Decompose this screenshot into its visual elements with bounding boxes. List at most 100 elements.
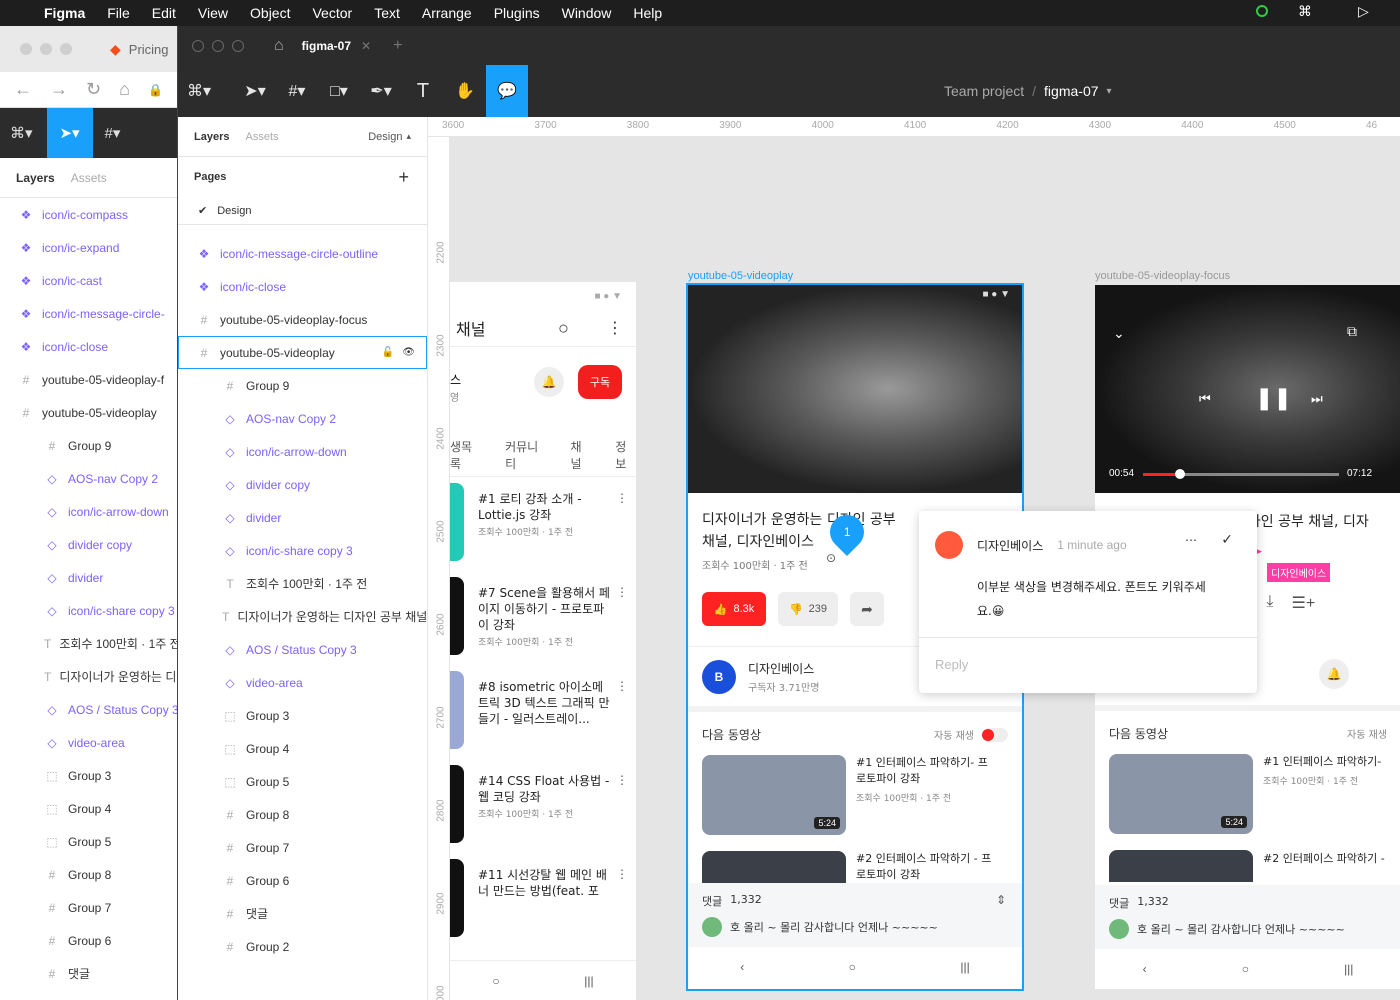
recent-nav-icon[interactable]: ||| bbox=[1344, 962, 1353, 976]
reply-input[interactable]: Reply bbox=[935, 657, 968, 672]
like-button[interactable]: 👍 8.3k bbox=[702, 592, 766, 626]
layer-row[interactable]: ⬚ Group 3 bbox=[178, 699, 427, 732]
layer-row[interactable]: # Group 9 bbox=[0, 429, 180, 462]
home-icon[interactable]: ⌂ bbox=[274, 37, 284, 55]
menu-arrange[interactable]: Arrange bbox=[422, 5, 472, 21]
expand-icon[interactable]: ⇕ bbox=[996, 893, 1006, 907]
cast-icon[interactable]: ⧉ bbox=[1347, 323, 1357, 340]
shape-tool-button[interactable]: □▾ bbox=[318, 65, 360, 117]
more-icon[interactable]: ⋮ bbox=[607, 318, 623, 338]
layer-row[interactable]: ❖ icon/ic-expand bbox=[0, 231, 180, 264]
layer-row[interactable]: ❖ icon/ic-message-circle- bbox=[0, 297, 180, 330]
layer-row[interactable]: ◇ divider bbox=[178, 501, 427, 534]
home-nav-icon[interactable]: ○ bbox=[1242, 962, 1249, 976]
video-list-item[interactable]: #1 로티 강좌 소개 - Lottie.js 강좌 조회수 100만회 · 1주… bbox=[450, 483, 636, 577]
previous-icon[interactable]: ⏮ bbox=[1199, 391, 1211, 407]
layer-row[interactable]: # Group 7 bbox=[178, 831, 427, 864]
back-icon[interactable]: ← bbox=[14, 79, 32, 100]
menu-help[interactable]: Help bbox=[633, 5, 662, 21]
video-thumbnail[interactable]: 5:24 bbox=[702, 755, 846, 835]
video-thumbnail[interactable] bbox=[450, 859, 464, 937]
layer-row[interactable]: ◇ divider bbox=[0, 561, 180, 594]
next-video-item[interactable]: #2 인터페이스 파악하기 - 프로토파이 강좌 bbox=[702, 851, 1008, 883]
layer-row[interactable]: ◇ icon/ic-share copy 3 bbox=[0, 594, 180, 627]
share-button[interactable]: ➦ bbox=[850, 592, 884, 626]
layer-row[interactable]: ❖ icon/ic-message-circle-outline bbox=[178, 237, 427, 270]
dislike-button[interactable]: 👎 239 bbox=[778, 592, 838, 626]
play-icon[interactable]: ▷ bbox=[1358, 3, 1369, 20]
new-tab-icon[interactable]: + bbox=[393, 37, 402, 55]
layer-row[interactable]: # Group 8 bbox=[0, 858, 180, 891]
search-icon[interactable]: ○ bbox=[558, 318, 569, 339]
bell-icon[interactable]: 🔔 bbox=[534, 367, 564, 397]
chevron-down-icon[interactable]: ⌄ bbox=[1113, 325, 1125, 342]
reload-icon[interactable]: ↻ bbox=[86, 79, 101, 100]
subscribe-button[interactable]: 구독 bbox=[578, 365, 622, 399]
autoplay-toggle[interactable] bbox=[982, 727, 1008, 742]
download-icon[interactable]: ⤓ bbox=[1266, 593, 1273, 613]
frame-label-focus[interactable]: youtube-05-videoplay-focus bbox=[1095, 270, 1230, 282]
window-zoom-dot[interactable] bbox=[232, 39, 244, 52]
layer-row[interactable]: ◇ AOS / Status Copy 3 bbox=[178, 633, 427, 666]
close-tab-icon[interactable]: ✕ bbox=[361, 39, 371, 53]
plugin-icon[interactable]: ⌘ bbox=[1298, 3, 1312, 20]
next-video-item[interactable]: 5:24 #1 인터페이스 파악하기- 프로토파이 강좌 조회수 100만회 ·… bbox=[1109, 754, 1387, 834]
layer-row[interactable]: ◇ icon/ic-share copy 3 bbox=[178, 534, 427, 567]
back-nav-icon[interactable]: ‹ bbox=[1143, 962, 1147, 976]
layer-row[interactable]: ◇ video-area bbox=[178, 666, 427, 699]
layer-row[interactable]: # Group 2 bbox=[178, 930, 427, 963]
forward-icon[interactable]: → bbox=[50, 79, 68, 100]
layer-row[interactable]: T 디자이너가 운영하는 디자 bbox=[0, 660, 180, 693]
layer-row[interactable]: ◇ icon/ic-arrow-down bbox=[0, 495, 180, 528]
more-icon[interactable]: ⋮ bbox=[616, 491, 628, 505]
layer-row[interactable]: T 조회수 100만회 · 1주 전 bbox=[0, 627, 180, 660]
tab-community[interactable]: 커뮤니티 bbox=[505, 438, 546, 472]
add-page-icon[interactable]: + bbox=[398, 167, 409, 188]
channel-name[interactable]: 디자인베이스 bbox=[748, 660, 819, 677]
layer-row[interactable]: # Group 6 bbox=[0, 924, 180, 957]
menu-file[interactable]: File bbox=[107, 5, 130, 21]
layer-row[interactable]: ◇ video-area bbox=[0, 726, 180, 759]
seek-handle[interactable] bbox=[1175, 469, 1185, 479]
frame-tool-icon[interactable]: #▾ bbox=[105, 124, 121, 142]
page-dropdown[interactable]: Design ▴ bbox=[368, 131, 411, 143]
layer-row[interactable]: ⬚ Group 4 bbox=[178, 732, 427, 765]
move-tool-button[interactable]: ➤▾ bbox=[234, 65, 276, 117]
frame-tool-button[interactable]: #▾ bbox=[276, 65, 318, 117]
layer-row[interactable]: # Group 9 bbox=[178, 369, 427, 402]
window-min-dot[interactable] bbox=[212, 39, 224, 52]
add-to-playlist-icon[interactable]: ☰+ bbox=[1291, 593, 1315, 613]
next-icon[interactable]: ⏭ bbox=[1311, 391, 1323, 407]
layer-row[interactable]: ◇ divider copy bbox=[0, 528, 180, 561]
layer-row[interactable]: ◇ AOS-nav Copy 2 bbox=[178, 402, 427, 435]
more-icon[interactable]: ⋮ bbox=[616, 773, 628, 787]
menu-edit[interactable]: Edit bbox=[152, 5, 176, 21]
layer-row[interactable]: # 댓글 bbox=[178, 897, 427, 930]
home-nav-icon[interactable]: ○ bbox=[492, 974, 499, 988]
video-thumbnail[interactable] bbox=[450, 577, 464, 655]
back-nav-icon[interactable]: ‹ bbox=[740, 960, 744, 974]
seek-bar[interactable] bbox=[1143, 469, 1339, 479]
assets-tab[interactable]: Assets bbox=[245, 131, 278, 143]
video-thumbnail[interactable] bbox=[450, 483, 464, 561]
layer-row[interactable]: ❖ icon/ic-close bbox=[178, 270, 427, 303]
video-thumbnail[interactable] bbox=[702, 851, 846, 883]
layer-row[interactable]: # Group 6 bbox=[178, 864, 427, 897]
video-thumbnail[interactable] bbox=[1109, 850, 1253, 882]
video-list-item[interactable]: #14 CSS Float 사용법 - 웹 코딩 강좌 조회수 100만회 · 1… bbox=[450, 765, 636, 859]
layer-row[interactable]: # 댓글 bbox=[0, 957, 180, 990]
more-options-icon[interactable]: ⋯ bbox=[1185, 533, 1197, 547]
resolve-icon[interactable]: ✓ bbox=[1221, 531, 1233, 548]
layer-row[interactable]: # youtube-05-videoplay-f bbox=[0, 363, 180, 396]
browser-assets-tab[interactable]: Assets bbox=[71, 171, 107, 185]
layer-row[interactable]: # Group 7 bbox=[0, 891, 180, 924]
hand-tool-button[interactable]: ✋ bbox=[444, 65, 486, 117]
menu-plugins[interactable]: Plugins bbox=[494, 5, 540, 21]
video-thumbnail[interactable] bbox=[450, 765, 464, 843]
main-menu-icon[interactable]: ⌘▾ bbox=[10, 124, 33, 142]
layer-row[interactable]: ❖ icon/ic-close bbox=[0, 330, 180, 363]
window-close-dot[interactable] bbox=[192, 39, 204, 52]
menu-window[interactable]: Window bbox=[562, 5, 612, 21]
layer-row[interactable]: T 디자이너가 운영하는 디자인 공부 채널 bbox=[178, 600, 427, 633]
menu-object[interactable]: Object bbox=[250, 5, 290, 21]
